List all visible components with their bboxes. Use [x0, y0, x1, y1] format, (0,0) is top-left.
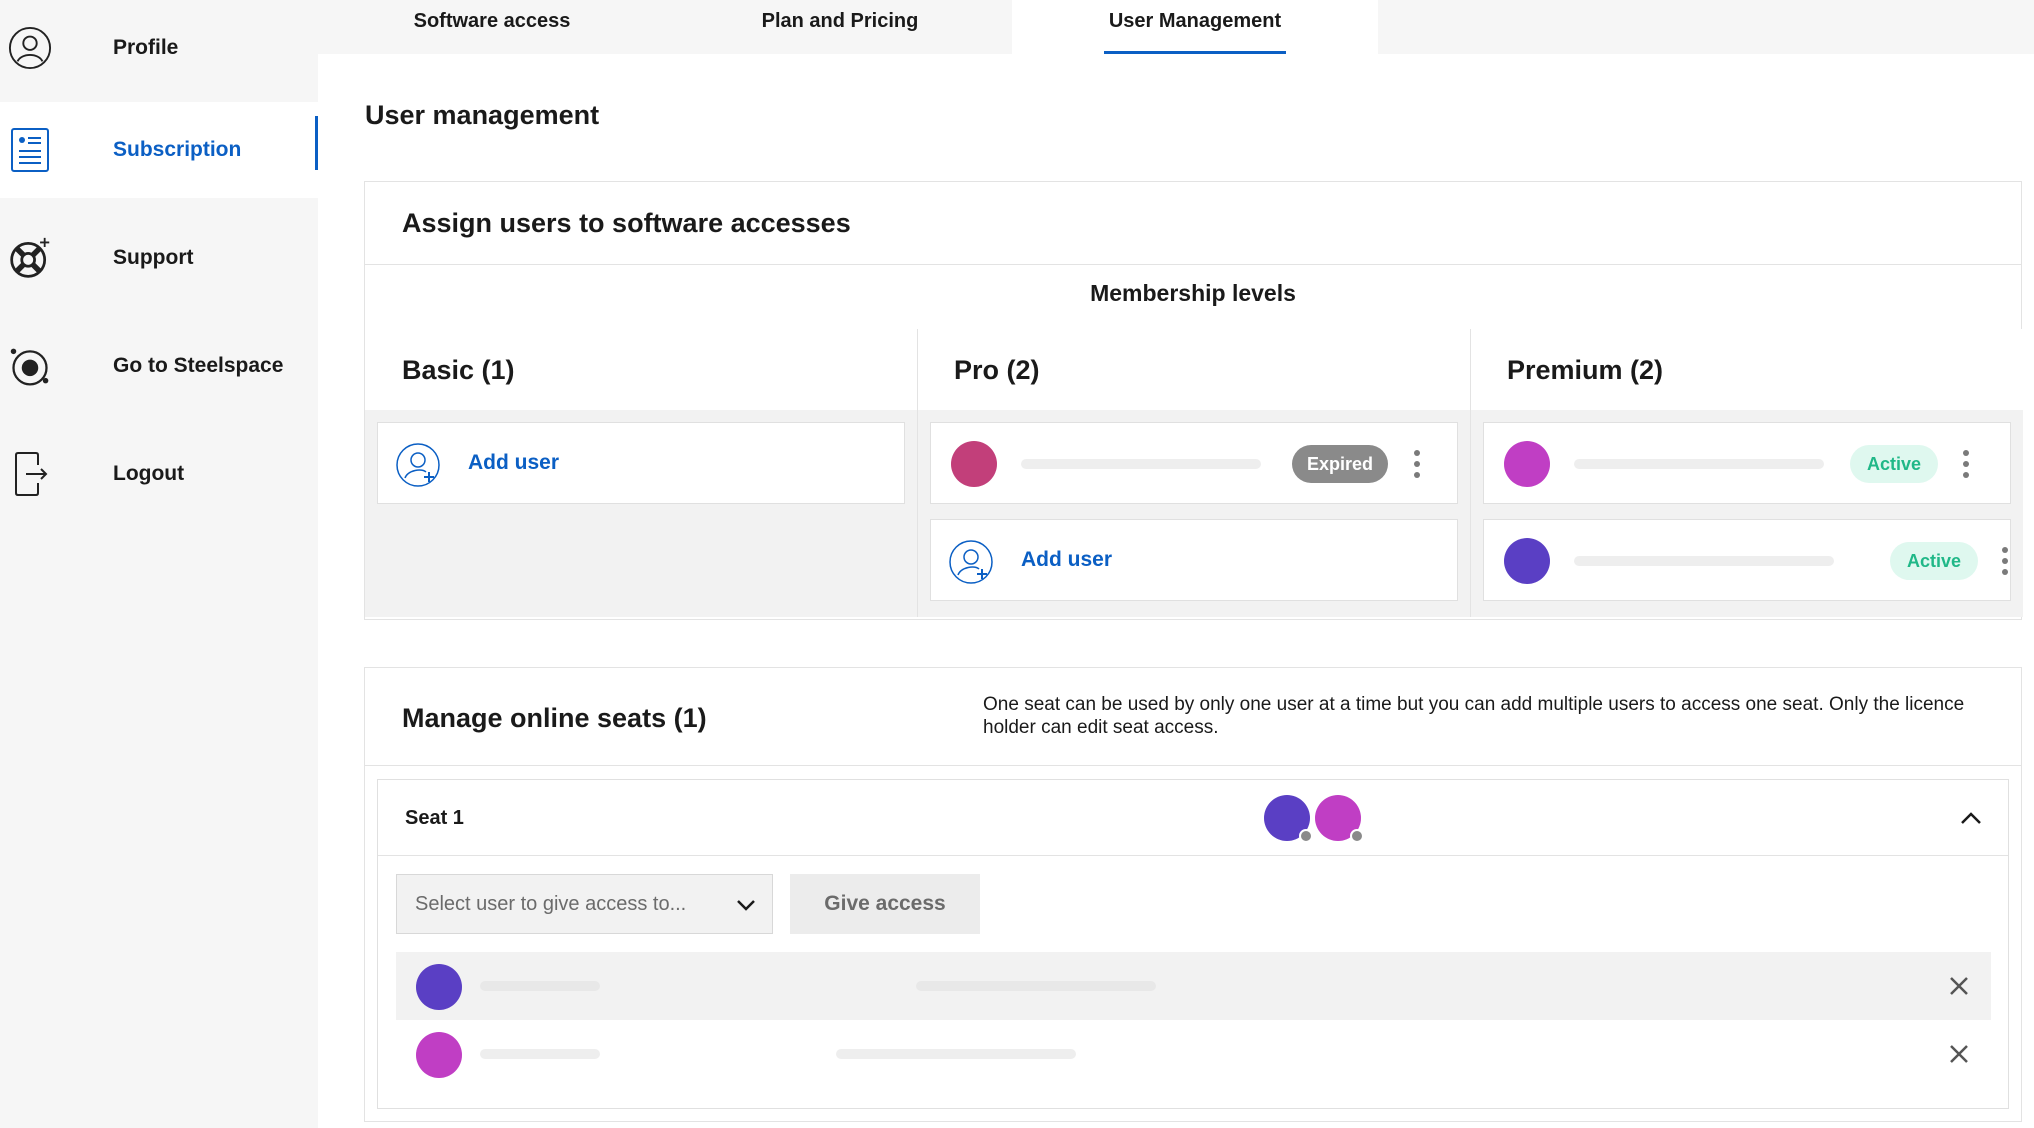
- divider: [378, 855, 2008, 856]
- more-options-icon[interactable]: [1412, 450, 1422, 478]
- close-icon[interactable]: [1947, 1042, 1971, 1066]
- redacted-user-name: [1574, 459, 1824, 469]
- more-options-icon[interactable]: [1961, 450, 1971, 478]
- sidebar-item-label: Logout: [113, 462, 185, 485]
- status-badge: Expired: [1292, 445, 1388, 483]
- redacted-user-name: [1021, 459, 1261, 469]
- avatar: [1315, 795, 1364, 843]
- level-header: Premium (2): [1471, 329, 2023, 410]
- manage-seats-title: Manage online seats (1): [402, 703, 707, 733]
- sidebar-item-profile[interactable]: Profile: [0, 0, 318, 96]
- avatar: [1264, 795, 1313, 843]
- tab-label: Software access: [413, 10, 571, 32]
- sidebar-item-steelspace[interactable]: Go to Steelspace: [0, 318, 318, 414]
- tab-user-management[interactable]: User Management: [1012, 0, 1378, 54]
- close-icon[interactable]: [1947, 974, 1971, 998]
- level-body: Active Active: [1471, 410, 2023, 617]
- tab-label: Plan and Pricing: [761, 10, 919, 32]
- presence-indicator: [1350, 829, 1364, 843]
- page-title: User management: [365, 100, 600, 130]
- manage-seats-card: Manage online seats (1) One seat can be …: [364, 667, 2022, 1122]
- level-title: Premium (2): [1507, 355, 1664, 385]
- member-row[interactable]: Active: [1483, 422, 2011, 504]
- presence-indicator: [1299, 829, 1313, 843]
- more-options-icon[interactable]: [2000, 547, 2010, 575]
- give-access-button[interactable]: Give access: [790, 874, 980, 934]
- tab-software-access[interactable]: Software access: [318, 0, 666, 54]
- tab-label: User Management: [1108, 10, 1282, 32]
- divider: [365, 765, 2021, 766]
- status-badge: Active: [1890, 542, 1978, 580]
- avatar: [416, 964, 462, 1010]
- user-circle-icon: [8, 26, 52, 70]
- seats-description: One seat can be used by only one user at…: [983, 694, 1965, 738]
- redacted-user-name: [480, 1049, 600, 1059]
- level-body: Expired Add user: [918, 410, 1470, 617]
- select-user-dropdown[interactable]: Select user to give access to...: [396, 874, 773, 934]
- seat-panel: Seat 1 Select user to give access to... …: [377, 779, 2009, 1109]
- top-tab-bar: Software access Plan and Pricing User Ma…: [318, 0, 2034, 54]
- orbit-icon: [8, 344, 52, 388]
- assign-users-card: Assign users to software accesses Member…: [364, 181, 2023, 620]
- add-user-button[interactable]: Add user: [930, 519, 1458, 601]
- redacted-user-email: [836, 1049, 1076, 1059]
- active-tab-indicator: [1104, 51, 1286, 54]
- redacted-user-email: [916, 981, 1156, 991]
- seat-user-row: [396, 1020, 1991, 1088]
- add-user-icon: [396, 443, 440, 487]
- sidebar-item-support[interactable]: Support: [0, 210, 318, 306]
- status-badge: Active: [1850, 445, 1938, 483]
- select-user-placeholder: Select user to give access to...: [415, 892, 687, 915]
- avatar: [1504, 441, 1550, 487]
- membership-levels-title: Membership levels: [1090, 280, 1296, 306]
- seat-user-row: [396, 952, 1991, 1020]
- redacted-user-name: [1574, 556, 1834, 566]
- chevron-up-icon[interactable]: [1959, 806, 1983, 830]
- sidebar-item-subscription[interactable]: Subscription: [0, 102, 318, 198]
- sidebar-item-label: Profile: [113, 36, 179, 59]
- sidebar-item-label: Support: [113, 246, 194, 269]
- level-column-basic: Basic (1) Add user: [365, 329, 917, 617]
- logout-icon: [8, 452, 52, 496]
- add-user-label: Add user: [468, 451, 560, 474]
- redacted-user-name: [480, 981, 600, 991]
- assign-users-title: Assign users to software accesses: [402, 208, 851, 238]
- avatar: [951, 441, 997, 487]
- level-body: Add user: [365, 410, 917, 617]
- member-row[interactable]: Expired: [930, 422, 1458, 504]
- level-header: Pro (2): [918, 329, 1470, 410]
- level-column-premium: Premium (2) Active Active: [1471, 329, 2023, 617]
- sidebar-item-label: Subscription: [113, 138, 242, 161]
- add-user-label: Add user: [1021, 548, 1113, 571]
- avatar: [416, 1032, 462, 1078]
- tab-plan-and-pricing[interactable]: Plan and Pricing: [666, 0, 1014, 54]
- level-column-pro: Pro (2) Expired Add user: [918, 329, 1470, 617]
- lifebuoy-icon: [8, 236, 52, 280]
- sidebar: Profile Subscription Support Go to Steel…: [0, 0, 318, 1128]
- member-row[interactable]: Active: [1483, 519, 2011, 601]
- seat-title: Seat 1: [405, 807, 464, 829]
- add-user-icon: [949, 540, 993, 584]
- divider: [365, 264, 2021, 265]
- add-user-button[interactable]: Add user: [377, 422, 905, 504]
- sidebar-item-label: Go to Steelspace: [113, 354, 284, 377]
- level-header: Basic (1): [365, 329, 917, 410]
- sidebar-item-logout[interactable]: Logout: [0, 426, 318, 522]
- chevron-down-icon: [734, 893, 758, 917]
- level-title: Pro (2): [954, 355, 1040, 385]
- level-title: Basic (1): [402, 355, 515, 385]
- document-list-icon: [8, 128, 52, 172]
- avatar: [1504, 538, 1550, 584]
